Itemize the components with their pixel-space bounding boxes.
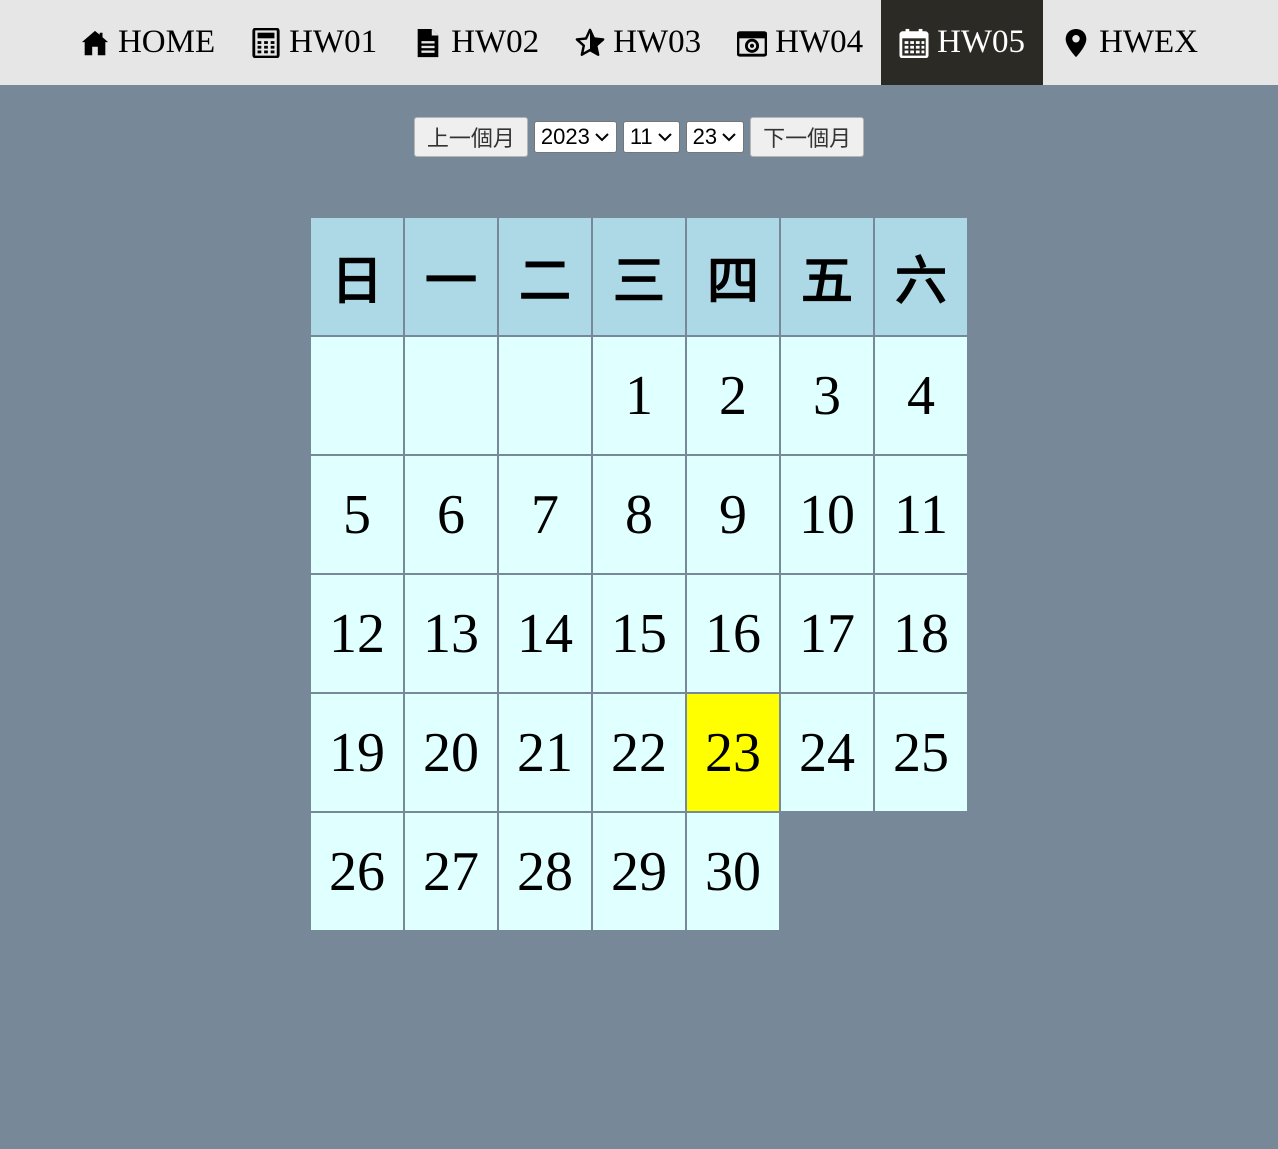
weekday-header: 一 [405, 218, 497, 335]
day-select[interactable]: 23 [685, 121, 745, 153]
day-cell[interactable]: 15 [593, 575, 685, 692]
day-cell[interactable]: 11 [875, 456, 967, 573]
day-select-value: 23 [692, 124, 718, 149]
chevron-down-icon [657, 133, 672, 142]
week-row: 26 27 28 29 30 [311, 813, 967, 930]
day-cell[interactable]: 5 [311, 456, 403, 573]
day-cell[interactable]: 8 [593, 456, 685, 573]
nav-item-label: HW04 [775, 24, 864, 60]
nav-item-label: HW01 [289, 24, 378, 60]
empty-day-cell [875, 813, 967, 930]
nav-item-home[interactable]: HOME [62, 0, 233, 85]
empty-day-cell [781, 813, 873, 930]
day-cell[interactable]: 22 [593, 694, 685, 811]
day-cell[interactable]: 18 [875, 575, 967, 692]
day-cell[interactable]: 12 [311, 575, 403, 692]
day-cell[interactable]: 24 [781, 694, 873, 811]
day-cell[interactable]: 10 [781, 456, 873, 573]
nav-item-hw02[interactable]: HW02 [395, 0, 557, 85]
weekday-header: 日 [311, 218, 403, 335]
day-cell[interactable]: 3 [781, 337, 873, 454]
day-cell[interactable]: 21 [499, 694, 591, 811]
month-select[interactable]: 11 [622, 121, 680, 153]
weekday-header: 四 [687, 218, 779, 335]
weekday-header: 三 [593, 218, 685, 335]
day-cell[interactable]: 6 [405, 456, 497, 573]
day-cell[interactable]: 9 [687, 456, 779, 573]
calendar-icon [899, 28, 929, 58]
day-cell[interactable]: 1 [593, 337, 685, 454]
day-cell[interactable]: 30 [687, 813, 779, 930]
map-pin-icon [1065, 28, 1087, 57]
day-cell[interactable]: 16 [687, 575, 779, 692]
week-row: 12 13 14 15 16 17 18 [311, 575, 967, 692]
nav-item-label: HWEX [1099, 24, 1199, 60]
year-select[interactable]: 2023 [533, 121, 617, 153]
weekday-header: 五 [781, 218, 873, 335]
nav-item-hwex[interactable]: HWEX [1043, 0, 1216, 85]
nav-item-hw04[interactable]: HW04 [719, 0, 881, 85]
selected-day-cell[interactable]: 23 [687, 694, 779, 811]
date-controls: 上一個月 2023 11 23 下一個月 [0, 117, 1278, 157]
calendar-grid: 日 一 二 三 四 五 六 1 2 3 4 5 6 7 8 9 10 11 12… [309, 216, 969, 932]
weekday-header: 六 [875, 218, 967, 335]
day-cell[interactable]: 25 [875, 694, 967, 811]
document-icon [417, 28, 439, 57]
chevron-down-icon [595, 133, 609, 142]
day-cell[interactable]: 7 [499, 456, 591, 573]
prev-month-button[interactable]: 上一個月 [413, 117, 528, 157]
nav-item-label: HOME [117, 24, 216, 60]
year-select-value: 2023 [540, 124, 590, 149]
week-row: 19 20 21 22 23 24 25 [311, 694, 967, 811]
weekday-header: 二 [499, 218, 591, 335]
chevron-down-icon [722, 133, 736, 142]
month-select-value: 11 [629, 124, 653, 149]
day-cell[interactable]: 14 [499, 575, 591, 692]
day-cell[interactable]: 19 [311, 694, 403, 811]
nav-item-hw03[interactable]: HW03 [557, 0, 719, 85]
empty-day-cell [499, 337, 591, 454]
weekday-header-row: 日 一 二 三 四 五 六 [311, 218, 967, 335]
day-cell[interactable]: 29 [593, 813, 685, 930]
week-row: 1 2 3 4 [311, 337, 967, 454]
week-row: 5 6 7 8 9 10 11 [311, 456, 967, 573]
nav-item-label: HW03 [613, 24, 702, 60]
day-cell[interactable]: 20 [405, 694, 497, 811]
empty-day-cell [405, 337, 497, 454]
top-nav: HOME HW01 HW02 HW03 HW04 HW05 HWEX [0, 0, 1278, 85]
nav-item-label: HW02 [451, 24, 540, 60]
day-cell[interactable]: 26 [311, 813, 403, 930]
nav-item-hw05[interactable]: HW05 [881, 0, 1044, 85]
day-cell[interactable]: 13 [405, 575, 497, 692]
calculator-icon [252, 27, 280, 58]
home-icon [81, 30, 109, 55]
day-cell[interactable]: 27 [405, 813, 497, 930]
empty-day-cell [311, 337, 403, 454]
day-cell[interactable]: 28 [499, 813, 591, 930]
camera-icon [737, 30, 768, 57]
day-cell[interactable]: 4 [875, 337, 967, 454]
day-cell[interactable]: 2 [687, 337, 779, 454]
nav-item-hw01[interactable]: HW01 [233, 0, 395, 85]
nav-item-label: HW05 [937, 24, 1026, 60]
star-icon [575, 28, 605, 56]
day-cell[interactable]: 17 [781, 575, 873, 692]
next-month-button[interactable]: 下一個月 [750, 117, 865, 157]
